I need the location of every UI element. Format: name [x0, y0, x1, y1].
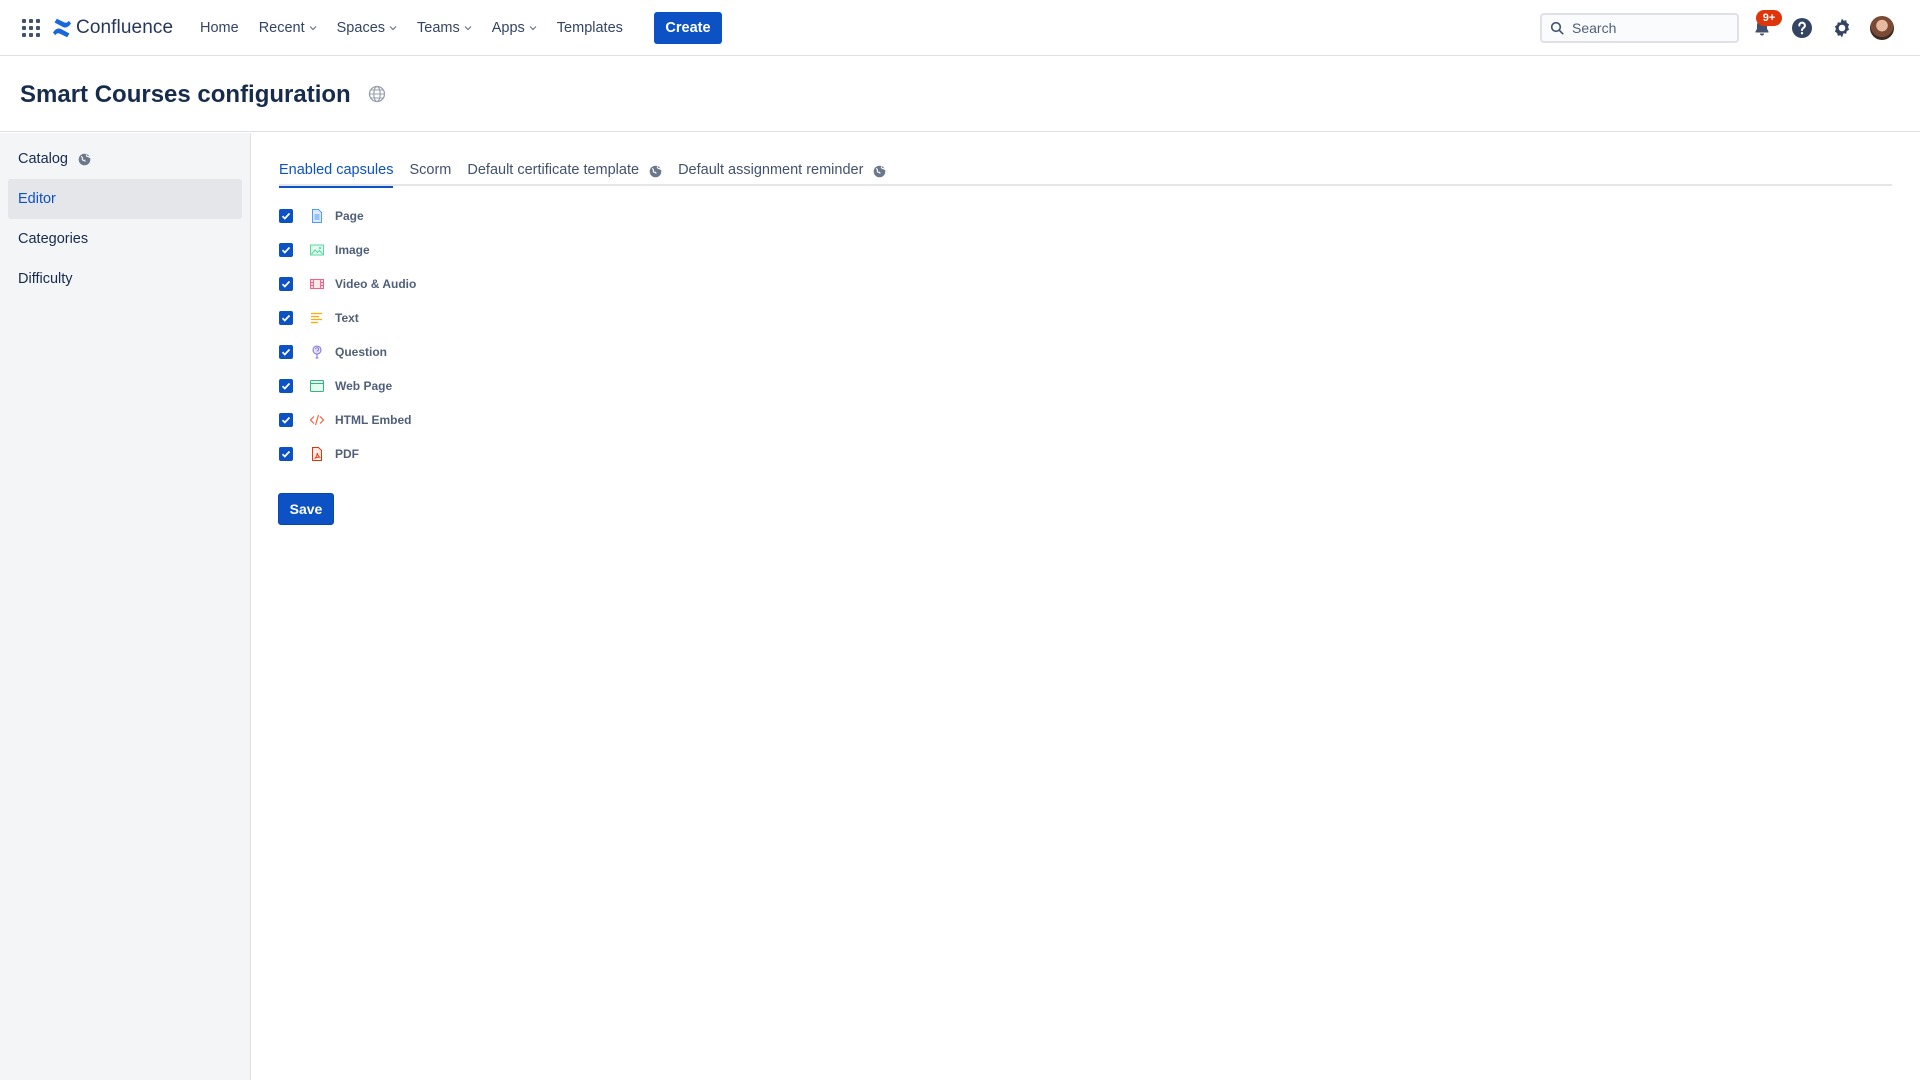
chevron-down-icon: [529, 26, 537, 31]
search-input[interactable]: [1572, 20, 1722, 36]
page-title: Smart Courses configuration: [20, 81, 351, 108]
sidebar-item-catalog[interactable]: Catalog: [8, 139, 242, 179]
capsule-html-embed: HTML Embed: [279, 403, 416, 437]
tab-label: Scorm: [409, 162, 452, 178]
capsule-list: Page Image Video & Audio Text Question W…: [279, 199, 416, 471]
app-switcher-icon[interactable]: [20, 17, 40, 37]
primary-nav: Home Recent Spaces Teams Apps Templates: [190, 10, 633, 46]
nav-apps[interactable]: Apps: [482, 10, 547, 46]
checkmark-icon: [281, 212, 291, 220]
capsule-video-audio-checkbox[interactable]: [279, 277, 293, 291]
capsule-web-page-checkbox[interactable]: [279, 379, 293, 393]
chevron-down-icon: [464, 26, 472, 31]
sidebar-item-label: Difficulty: [18, 271, 73, 287]
globe-icon: [78, 153, 91, 165]
save-button[interactable]: Save: [278, 493, 334, 525]
sidebar-item-editor[interactable]: Editor: [8, 179, 242, 219]
capsule-question: Question: [279, 335, 416, 369]
chevron-down-icon: [389, 26, 397, 31]
nav-spaces[interactable]: Spaces: [327, 10, 407, 46]
capsule-image: Image: [279, 233, 416, 267]
notification-badge: 9+: [1756, 10, 1782, 26]
checkmark-icon: [281, 348, 291, 356]
tab-default-assignment-reminder[interactable]: Default assignment reminder: [678, 156, 886, 186]
video-icon: [310, 279, 324, 289]
capsule-label: Image: [335, 243, 370, 257]
capsule-label: PDF: [335, 447, 359, 461]
page-icon: [312, 209, 322, 223]
capsule-question-checkbox[interactable]: [279, 345, 293, 359]
sidebar-item-label: Catalog: [18, 151, 68, 167]
tab-label: Default certificate template: [467, 162, 640, 178]
capsule-label: Page: [335, 209, 364, 223]
nav-apps-label: Apps: [491, 20, 525, 36]
capsule-image-checkbox[interactable]: [279, 243, 293, 257]
sidebar-item-categories[interactable]: Categories: [8, 219, 242, 259]
checkmark-icon: [281, 382, 291, 390]
product-name: Confluence: [76, 17, 174, 38]
sidebar-item-label: Editor: [18, 191, 56, 207]
page-header: Smart Courses configuration: [0, 57, 1920, 132]
nav-teams[interactable]: Teams: [407, 10, 482, 46]
nav-templates-label: Templates: [556, 20, 623, 36]
checkmark-icon: [281, 314, 291, 322]
confluence-logo[interactable]: Confluence: [52, 14, 173, 42]
nav-spaces-label: Spaces: [336, 20, 386, 36]
tab-default-certificate-template[interactable]: Default certificate template: [467, 156, 662, 186]
nav-home[interactable]: Home: [190, 10, 249, 46]
capsule-label: Question: [335, 345, 388, 359]
nav-recent[interactable]: Recent: [249, 10, 327, 46]
globe-icon: [368, 85, 386, 103]
capsule-html-embed-checkbox[interactable]: [279, 413, 293, 427]
capsule-label: Text: [335, 311, 359, 325]
nav-teams-label: Teams: [417, 20, 460, 36]
top-navigation: Confluence Home Recent Spaces Teams Apps…: [0, 0, 1920, 56]
nav-templates[interactable]: Templates: [547, 10, 633, 46]
capsule-page: Page: [279, 199, 416, 233]
checkmark-icon: [281, 416, 291, 424]
capsule-label: Video & Audio: [335, 277, 417, 291]
settings-sidebar: Catalog Editor Categories Difficulty: [0, 133, 251, 1080]
globe-icon: [874, 165, 886, 178]
search-box[interactable]: [1540, 13, 1739, 43]
web-page-icon: [310, 380, 324, 392]
pdf-icon: [312, 447, 322, 461]
nav-home-label: Home: [200, 20, 239, 36]
tab-label: Default assignment reminder: [678, 162, 864, 178]
sidebar-item-label: Categories: [18, 231, 89, 247]
checkmark-icon: [281, 280, 291, 288]
capsule-text-checkbox[interactable]: [279, 311, 293, 325]
capsule-label: HTML Embed: [335, 413, 412, 427]
editor-tabs: Enabled capsules Scorm Default certifica…: [279, 156, 1892, 188]
question-icon: [312, 345, 322, 359]
tab-scorm[interactable]: Scorm: [409, 156, 451, 186]
image-icon: [310, 244, 324, 256]
tab-enabled-capsules[interactable]: Enabled capsules: [279, 156, 394, 188]
checkmark-icon: [281, 450, 291, 458]
capsule-page-checkbox[interactable]: [279, 209, 293, 223]
sidebar-item-difficulty[interactable]: Difficulty: [8, 259, 242, 299]
globe-icon: [649, 165, 662, 178]
search-icon: [1550, 21, 1564, 35]
avatar[interactable]: [1870, 16, 1894, 40]
capsule-pdf-checkbox[interactable]: [279, 447, 293, 461]
code-icon: [309, 414, 325, 426]
capsule-label: Web Page: [335, 379, 393, 393]
create-button[interactable]: Create: [654, 12, 722, 44]
nav-recent-label: Recent: [258, 20, 305, 36]
capsule-pdf: PDF: [279, 437, 416, 471]
capsule-text: Text: [279, 301, 416, 335]
settings-icon[interactable]: [1830, 16, 1854, 40]
checkmark-icon: [281, 246, 291, 254]
chevron-down-icon: [309, 26, 317, 31]
help-icon[interactable]: [1790, 16, 1814, 40]
confluence-logo-icon: [53, 18, 71, 38]
tab-label: Enabled capsules: [279, 162, 394, 178]
capsule-web-page: Web Page: [279, 369, 416, 403]
text-icon: [311, 312, 322, 324]
capsule-video-audio: Video & Audio: [279, 267, 416, 301]
